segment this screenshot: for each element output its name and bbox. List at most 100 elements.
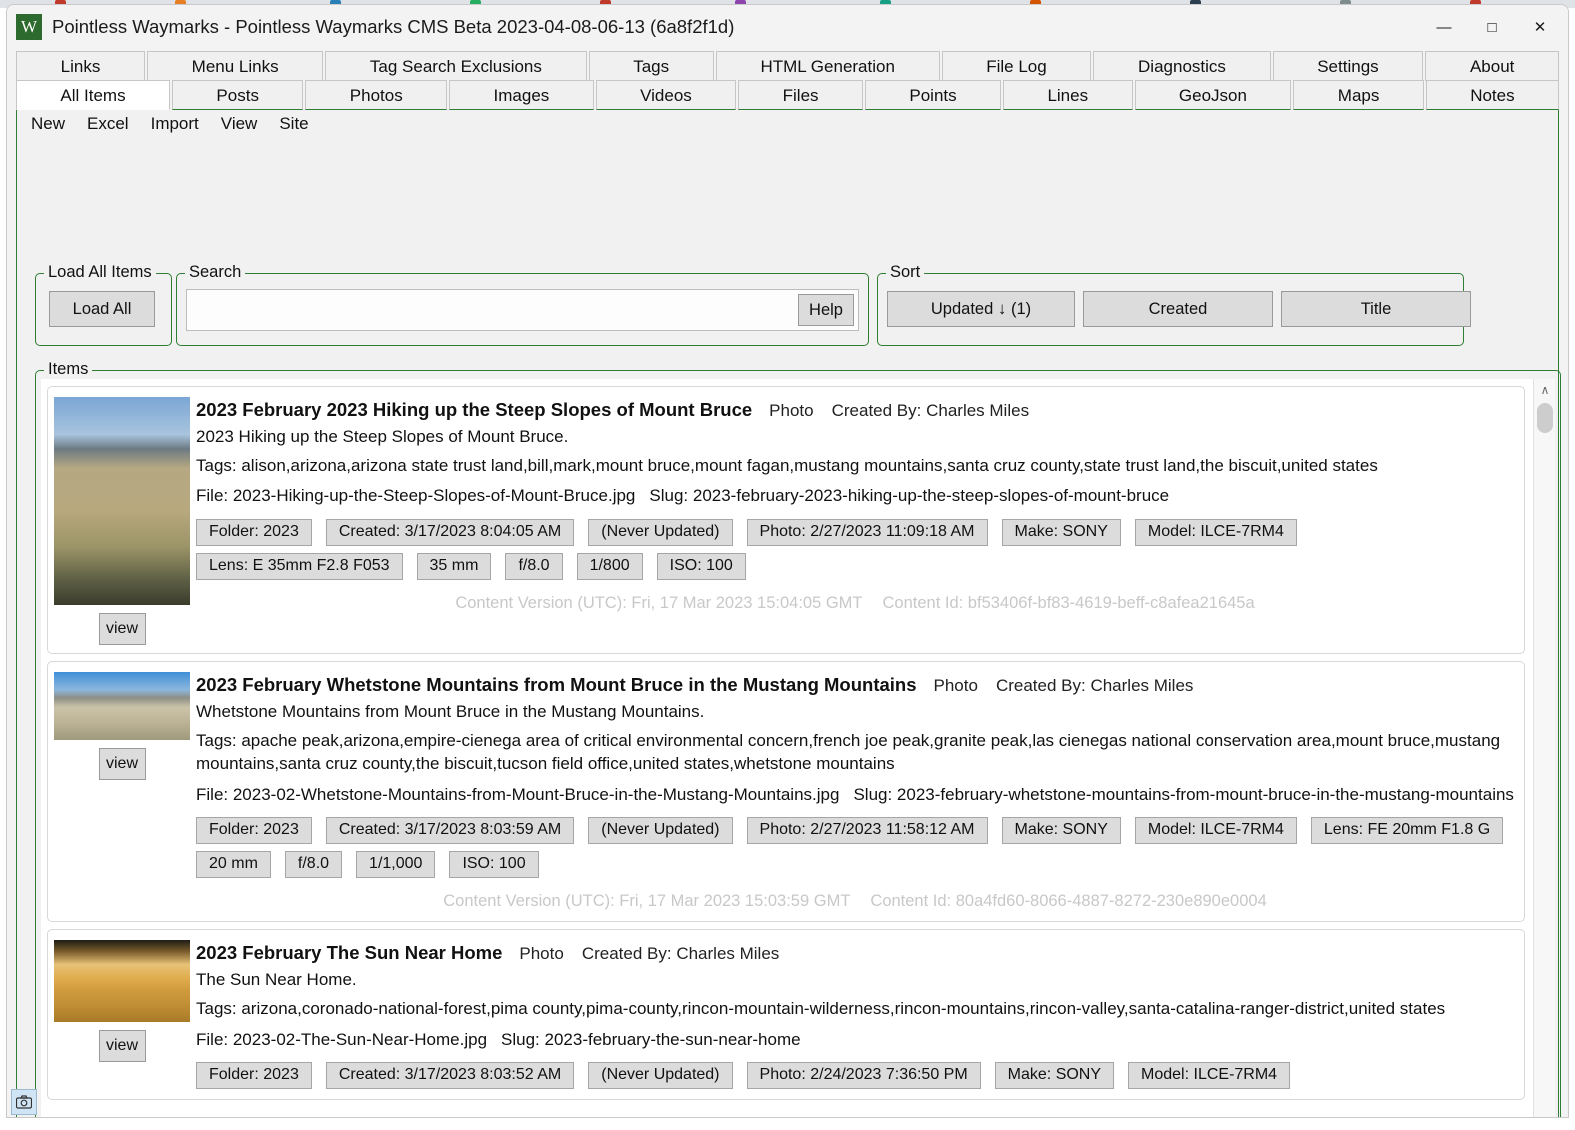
- metadata-chip[interactable]: Folder: 2023: [196, 518, 312, 546]
- metadata-chip[interactable]: 20 mm: [196, 851, 271, 879]
- tab-videos[interactable]: Videos: [595, 80, 737, 110]
- metadata-chip[interactable]: Photo: 2/24/2023 7:36:50 PM: [746, 1062, 981, 1090]
- close-icon[interactable]: ✕: [1516, 5, 1564, 49]
- tab-links[interactable]: Links: [16, 51, 145, 81]
- tab-settings[interactable]: Settings: [1272, 51, 1424, 81]
- tab-html-generation[interactable]: HTML Generation: [715, 51, 940, 81]
- tab-menu-links[interactable]: Menu Links: [147, 51, 324, 81]
- metadata-chip[interactable]: Lens: FE 20mm F1.8 G: [1310, 817, 1504, 845]
- item-file-and-slug: File: 2023-02-The-Sun-Near-Home.jpg Slug:…: [196, 1028, 1514, 1051]
- item-slug: Slug: 2023-february-the-sun-near-home: [501, 1029, 801, 1049]
- tab-notes[interactable]: Notes: [1425, 80, 1560, 110]
- tab-lines[interactable]: Lines: [1003, 80, 1133, 110]
- item-thumbnail-image: [54, 672, 190, 740]
- item-tags: Tags: apache peak,arizona,empire-cienega…: [196, 731, 1501, 774]
- metadata-chip[interactable]: Make: SONY: [1001, 817, 1121, 845]
- load-all-items-group-label: Load All Items: [44, 263, 156, 282]
- menu-item-view[interactable]: View: [221, 114, 258, 134]
- item-title-line: 2023 February Whetstone Mountains from M…: [196, 674, 1514, 696]
- tab-geojson[interactable]: GeoJson: [1134, 80, 1292, 110]
- metadata-chip[interactable]: Photo: 2/27/2023 11:09:18 AM: [746, 518, 988, 546]
- metadata-chip[interactable]: (Never Updated): [588, 817, 733, 845]
- item-details: 2023 February 2023 Hiking up the Steep S…: [196, 387, 1524, 653]
- metadata-chip[interactable]: Created: 3/17/2023 8:03:52 AM: [325, 1062, 575, 1090]
- items-list[interactable]: view 2023 February 2023 Hiking up the Ste…: [41, 379, 1554, 1117]
- menu-item-new[interactable]: New: [31, 114, 65, 134]
- maximize-icon[interactable]: □: [1468, 5, 1516, 49]
- metadata-chip[interactable]: Model: ILCE-7RM4: [1128, 1062, 1291, 1090]
- tab-about[interactable]: About: [1425, 51, 1560, 81]
- metadata-chip[interactable]: f/8.0: [284, 851, 343, 879]
- view-button[interactable]: view: [98, 613, 146, 645]
- sort-group: Sort Updated ↓ (1) Created Title: [877, 263, 1471, 346]
- tab-posts[interactable]: Posts: [172, 80, 304, 110]
- minimize-icon[interactable]: —: [1420, 5, 1468, 49]
- tab-diagnostics[interactable]: Diagnostics: [1093, 51, 1271, 81]
- tab-maps[interactable]: Maps: [1293, 80, 1424, 110]
- items-scrollbar[interactable]: ∧ ∨: [1533, 379, 1556, 1117]
- item-slug: Slug: 2023-february-2023-hiking-up-the-s…: [649, 486, 1170, 506]
- view-button[interactable]: view: [98, 748, 146, 780]
- metadata-chip[interactable]: (Never Updated): [588, 518, 733, 546]
- item-details: 2023 February The Sun Near Home Photo Crea…: [196, 930, 1524, 1099]
- metadata-chip[interactable]: Make: SONY: [994, 1062, 1115, 1090]
- item-file-name: File: 2023-02-The-Sun-Near-Home.jpg: [196, 1029, 488, 1049]
- title-bar: W Pointless Waymarks - Pointless Waymark…: [7, 5, 1568, 49]
- item-title: 2023 February Whetstone Mountains from M…: [196, 674, 917, 695]
- metadata-chip[interactable]: Folder: 2023: [196, 817, 312, 845]
- content-id: Content Id: 80a4fd60-8066-4887-8272-230e…: [870, 892, 1267, 911]
- menu-item-excel[interactable]: Excel: [87, 114, 129, 134]
- view-button[interactable]: view: [98, 1030, 146, 1063]
- tab-images[interactable]: Images: [449, 80, 594, 110]
- scrollbar-thumb[interactable]: [1537, 403, 1553, 433]
- sort-created-button[interactable]: Created: [1083, 291, 1273, 327]
- metadata-chip[interactable]: Created: 3/17/2023 8:04:05 AM: [325, 518, 575, 546]
- metadata-chip[interactable]: ISO: 100: [656, 552, 746, 580]
- metadata-chip[interactable]: f/8.0: [505, 552, 563, 580]
- metadata-chip[interactable]: ISO: 100: [449, 851, 539, 879]
- camera-status-icon[interactable]: [11, 1089, 37, 1115]
- item-type-label: Photo: [769, 401, 814, 420]
- tab-tags[interactable]: Tags: [588, 51, 714, 81]
- item-metadata-chips: Folder: 2023 Created: 3/17/2023 8:04:05 A…: [196, 518, 1514, 580]
- tab-file-log[interactable]: File Log: [941, 51, 1092, 81]
- metadata-chip[interactable]: Model: ILCE-7RM4: [1134, 817, 1297, 845]
- secondary-tab-row: All Items Posts Photos Images Videos Files Poi…: [7, 80, 1568, 110]
- metadata-chip[interactable]: Make: SONY: [1001, 518, 1121, 546]
- load-all-button[interactable]: Load All: [49, 291, 155, 327]
- scroll-up-icon[interactable]: ∧: [1534, 379, 1556, 401]
- sort-updated-count: (1): [1010, 300, 1032, 318]
- tab-tag-search-exclusions[interactable]: Tag Search Exclusions: [325, 51, 587, 81]
- search-help-button[interactable]: Help: [798, 294, 854, 326]
- metadata-chip[interactable]: 1/800: [576, 552, 643, 580]
- item-metadata-chips: Folder: 2023 Created: 3/17/2023 8:03:52 A…: [196, 1062, 1514, 1090]
- menu-item-site[interactable]: Site: [279, 114, 308, 134]
- sort-updated-button[interactable]: Updated ↓ (1): [887, 291, 1075, 327]
- scroll-down-icon[interactable]: ∨: [1534, 1110, 1556, 1117]
- tab-all-items[interactable]: All Items: [16, 80, 171, 110]
- item-author-label: Created By: Charles Miles: [581, 944, 780, 964]
- window-title: Pointless Waymarks - Pointless Waymarks …: [52, 16, 735, 37]
- metadata-chip[interactable]: (Never Updated): [588, 1062, 733, 1090]
- item-card[interactable]: view 2023 February The Sun Near Home Photo…: [47, 929, 1525, 1101]
- tab-points[interactable]: Points: [864, 80, 1002, 110]
- primary-tab-row: Links Menu Links Tag Search Exclusions Tags…: [7, 49, 1568, 81]
- tab-files[interactable]: Files: [738, 80, 863, 110]
- sort-title-button[interactable]: Title: [1281, 291, 1471, 327]
- metadata-chip[interactable]: Lens: E 35mm F2.8 F053: [196, 552, 403, 580]
- item-tags: Tags: alison,arizona,arizona state trust…: [196, 456, 1378, 475]
- metadata-chip[interactable]: Created: 3/17/2023 8:03:59 AM: [325, 817, 575, 845]
- metadata-chip[interactable]: Folder: 2023: [196, 1062, 312, 1090]
- tab-photos[interactable]: Photos: [305, 80, 448, 110]
- metadata-chip[interactable]: Model: ILCE-7RM4: [1134, 518, 1297, 546]
- menu-bar: New Excel Import View Site: [17, 110, 1558, 138]
- metadata-chip[interactable]: 35 mm: [416, 552, 492, 580]
- item-card[interactable]: view 2023 February Whetstone Mountains fr…: [47, 661, 1525, 923]
- menu-item-import[interactable]: Import: [151, 114, 199, 134]
- search-input-wrapper[interactable]: Help: [186, 289, 859, 331]
- item-author-label: Created By: Charles Miles: [995, 676, 1194, 695]
- metadata-chip[interactable]: 1/1,000: [356, 851, 436, 879]
- metadata-chip[interactable]: Photo: 2/27/2023 11:58:12 AM: [746, 817, 988, 845]
- item-footer: Content Version (UTC): Fri, 17 Mar 2023 …: [196, 892, 1514, 911]
- item-card[interactable]: view 2023 February 2023 Hiking up the Ste…: [47, 386, 1525, 654]
